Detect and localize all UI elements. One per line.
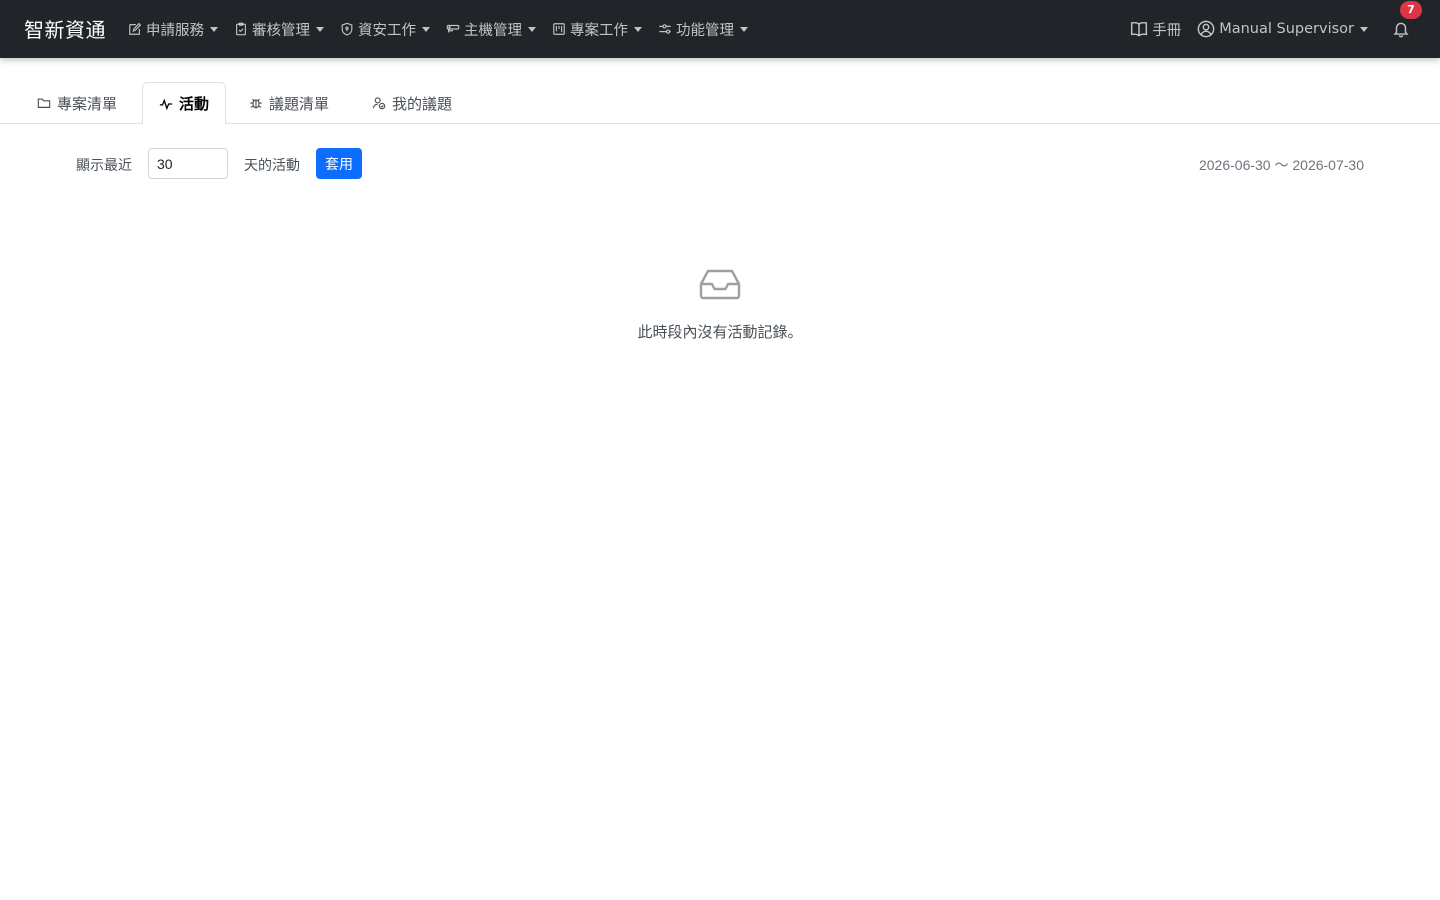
- tab-label: 專案清單: [57, 94, 118, 113]
- caret-down-icon: [422, 26, 430, 32]
- inbox-icon: [699, 269, 741, 300]
- filter-prefix-label: 顯示最近: [76, 158, 132, 174]
- kanban-icon: [553, 23, 565, 35]
- tab-project-list[interactable]: 專案清單: [21, 82, 133, 124]
- tab-label: 議題清單: [269, 94, 330, 113]
- menu-apply-service[interactable]: 申請服務: [128, 0, 218, 58]
- caret-down-icon: [316, 26, 324, 32]
- menu-label: 申請服務: [146, 22, 204, 39]
- tab-label: 活動: [179, 95, 210, 113]
- bell-icon: [1393, 22, 1409, 38]
- notification-badge: 7: [1400, 1, 1422, 19]
- tab-my-issues[interactable]: 我的議題: [356, 82, 468, 124]
- tab-label: 我的議題: [392, 94, 453, 113]
- caret-down-icon: [740, 26, 748, 32]
- menu-review-management[interactable]: 審核管理: [234, 0, 324, 58]
- caret-down-icon: [210, 26, 218, 32]
- shield-icon: [341, 22, 353, 36]
- tab-issue-list[interactable]: 議題清單: [233, 82, 345, 124]
- tab-activity[interactable]: 活動: [142, 82, 227, 125]
- menu-label: 審核管理: [252, 22, 310, 39]
- caret-down-icon: [528, 26, 536, 32]
- activity-icon: [159, 98, 173, 110]
- sliders-icon: [659, 24, 671, 34]
- navbar-right: 手冊 Manual Supervisor 7: [1130, 0, 1422, 58]
- caret-down-icon: [1360, 26, 1368, 32]
- brand-logo[interactable]: 智新資通: [24, 14, 106, 43]
- menu-label: 專案工作: [570, 22, 628, 39]
- date-range: 2026-06-30 ～ 2026-07-30: [1198, 157, 1364, 173]
- caret-down-icon: [634, 26, 642, 32]
- user-name: Manual Supervisor: [1219, 21, 1354, 37]
- manual-link[interactable]: 手冊: [1130, 0, 1181, 58]
- bug-icon: [250, 98, 262, 109]
- person-check-icon: [372, 97, 386, 110]
- book-icon: [1131, 22, 1148, 37]
- clipboard-check-icon: [236, 22, 246, 36]
- main-menu: 申請服務 審核管理 資安工作 主機管理 專案工作 功能管理: [128, 0, 764, 58]
- edit-icon: [129, 22, 142, 35]
- filter-suffix-label: 天的活動: [244, 158, 300, 174]
- folder-icon: [37, 98, 51, 108]
- notifications-button[interactable]: 7: [1392, 0, 1422, 58]
- project-tabs: 專案清單 活動 議題清單 我的議題: [0, 82, 1440, 125]
- apply-button[interactable]: 套用: [316, 148, 362, 179]
- empty-state-message: 此時段內沒有活動記錄。: [637, 323, 803, 341]
- menu-project-work[interactable]: 專案工作: [552, 0, 642, 58]
- menu-label: 資安工作: [358, 22, 416, 39]
- menu-label: 主機管理: [464, 22, 522, 39]
- menu-function-management[interactable]: 功能管理: [658, 0, 748, 58]
- menu-security-work[interactable]: 資安工作: [340, 0, 430, 58]
- top-navbar: 智新資通 申請服務 審核管理 資安工作 主機管理 專案工作 功能管理 手冊 Ma…: [0, 0, 1440, 58]
- server-icon: [446, 24, 460, 33]
- user-circle-icon: [1197, 20, 1215, 38]
- days-input[interactable]: [148, 148, 228, 179]
- menu-label: 功能管理: [676, 22, 734, 39]
- user-menu[interactable]: Manual Supervisor: [1197, 0, 1368, 58]
- manual-label: 手冊: [1152, 22, 1182, 39]
- menu-host-management[interactable]: 主機管理: [446, 0, 536, 58]
